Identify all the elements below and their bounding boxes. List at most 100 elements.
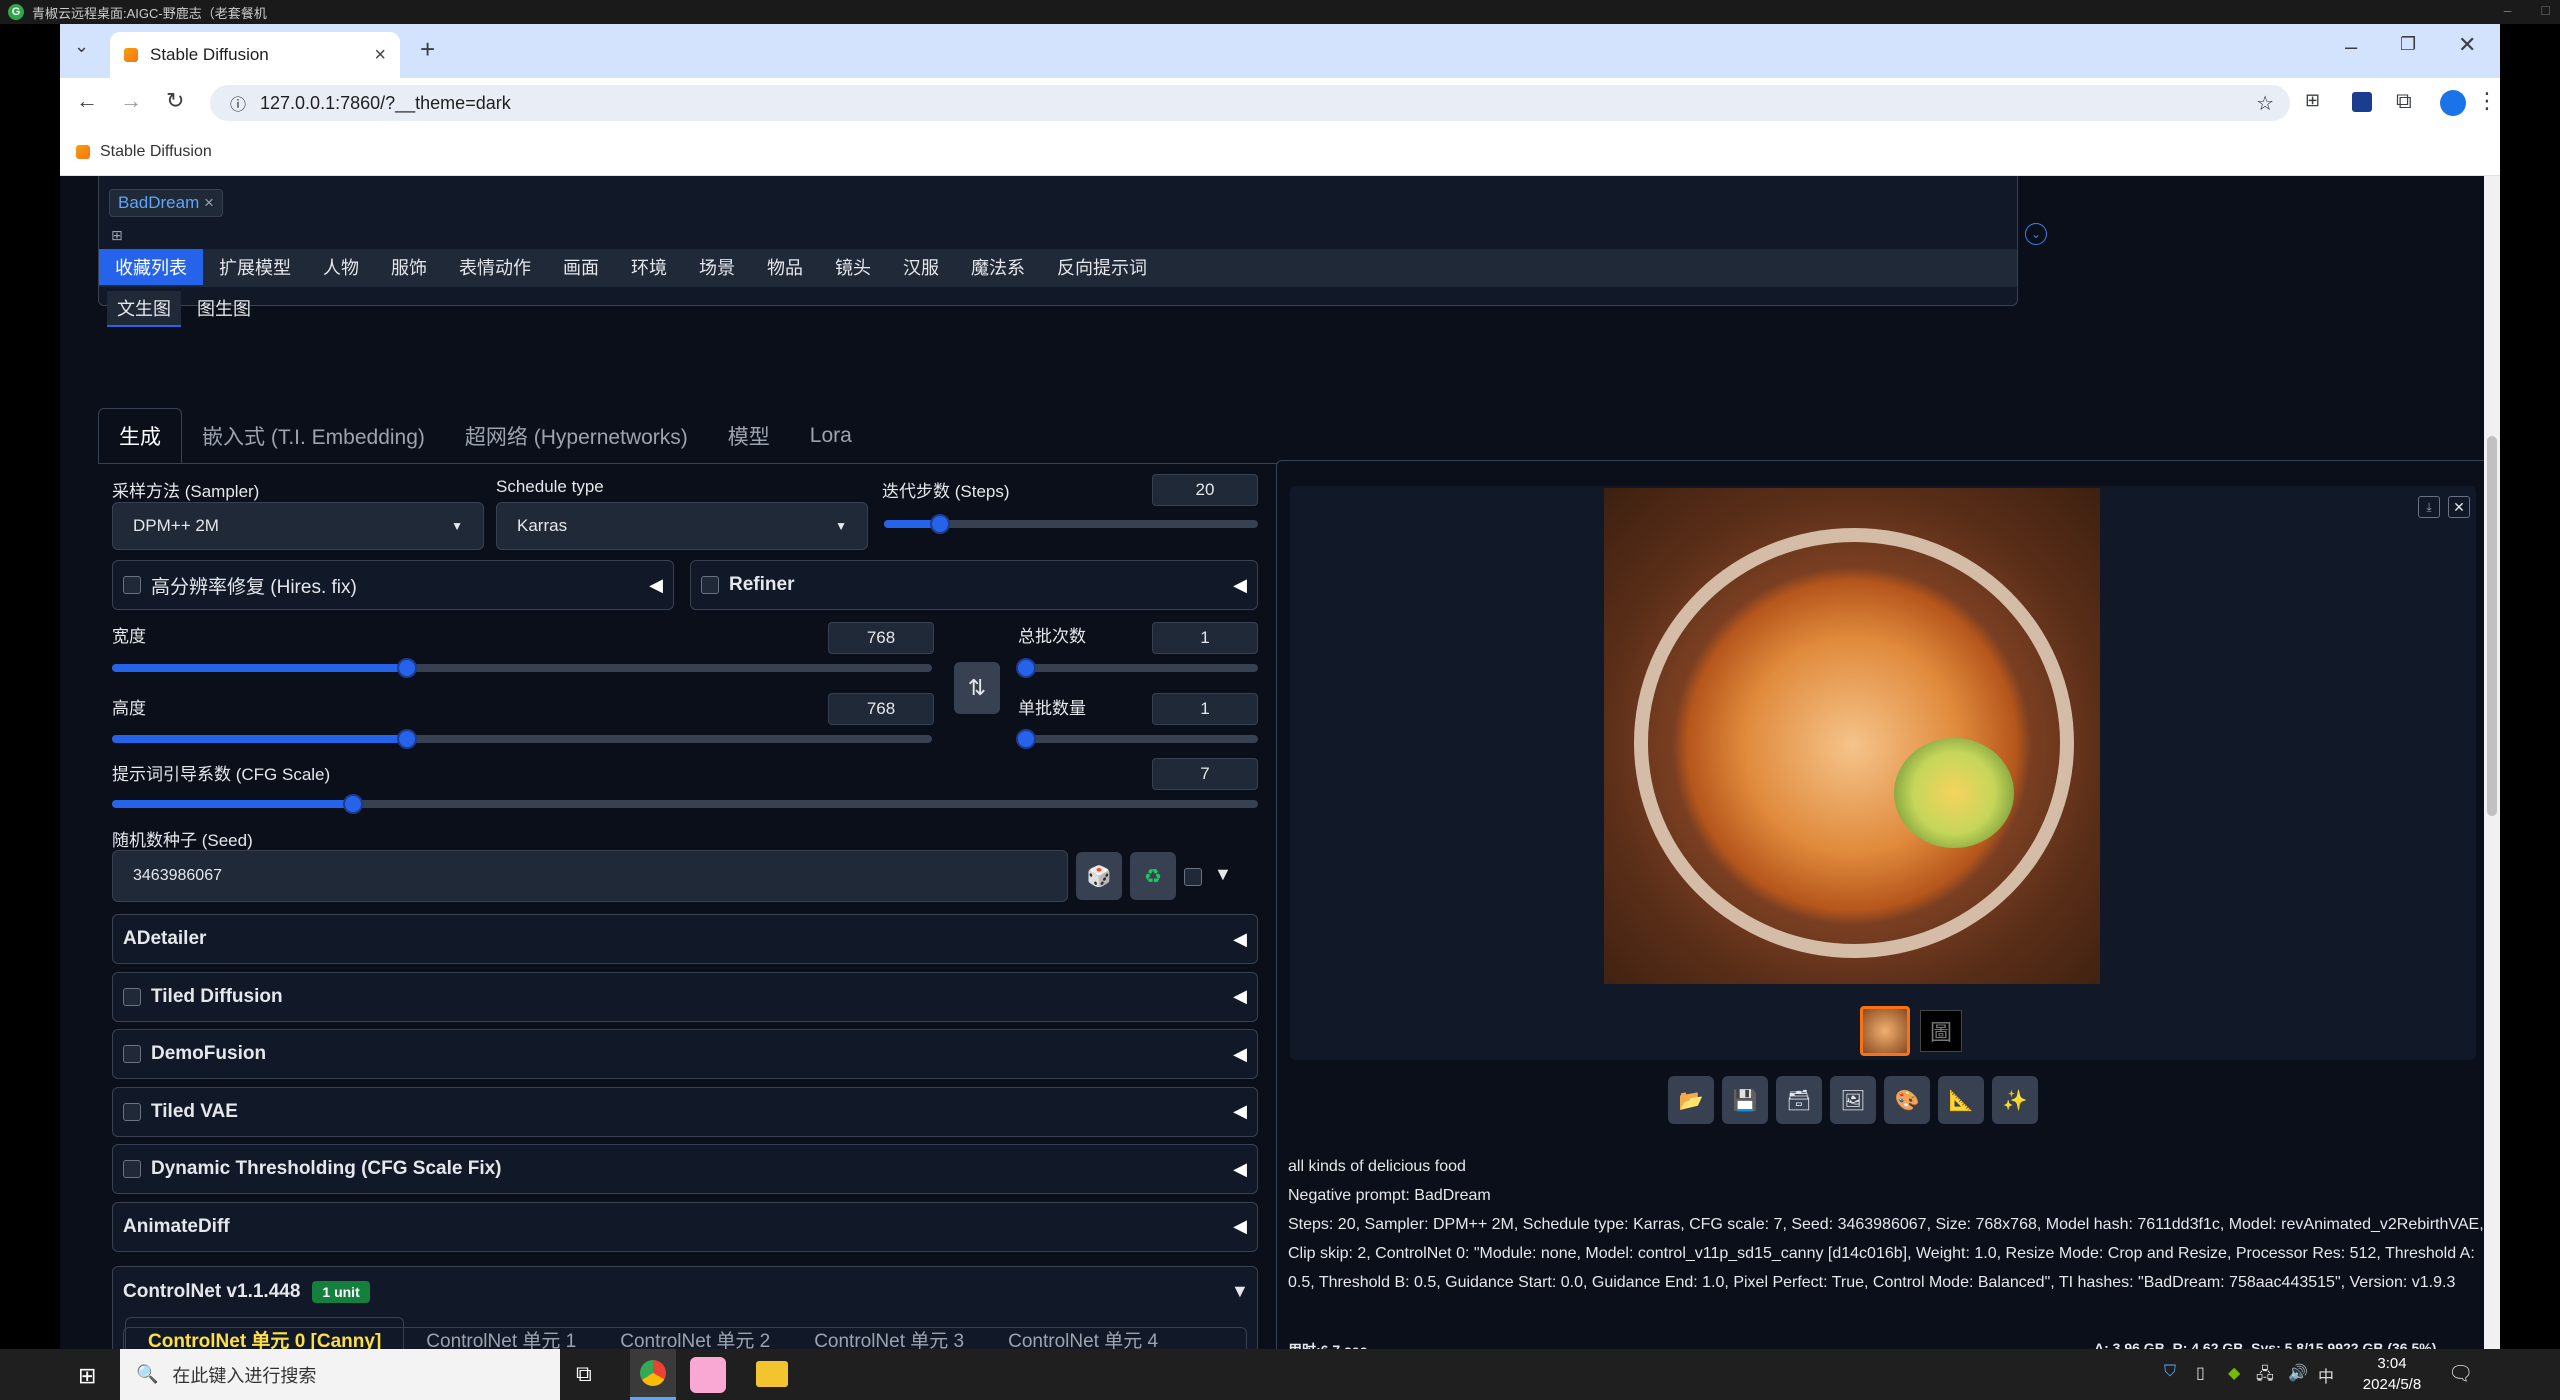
- defender-shield-icon[interactable]: ⛉: [2164, 1363, 2176, 1381]
- controlnet-unit-tab[interactable]: ControlNet 单元 2: [598, 1317, 792, 1350]
- bookmark-star-icon[interactable]: ☆: [2256, 91, 2274, 116]
- site-info-icon[interactable]: ⓘ: [230, 91, 246, 115]
- extension-p-icon[interactable]: [2352, 92, 2372, 112]
- extra-seed-checkbox[interactable]: [1184, 868, 1202, 886]
- schedule-select[interactable]: Karras ▼: [496, 502, 868, 550]
- width-input[interactable]: 768: [828, 622, 934, 654]
- volume-icon[interactable]: 🔊: [2288, 1363, 2308, 1383]
- slider-knob[interactable]: [342, 794, 363, 814]
- category-tab[interactable]: 人物: [307, 249, 375, 285]
- controlnet-unit-tab[interactable]: ControlNet 单元 4: [986, 1317, 1180, 1350]
- controlnet-unit-tab[interactable]: ControlNet 单元 1: [404, 1317, 598, 1350]
- address-bar[interactable]: ⓘ 127.0.0.1:7860/?__theme=dark ☆: [210, 85, 2290, 121]
- open-folder-button[interactable]: 📂: [1668, 1076, 1714, 1124]
- cfg-slider[interactable]: [112, 794, 1258, 814]
- sampler-select[interactable]: DPM++ 2M ▼: [112, 502, 484, 550]
- translate-icon[interactable]: ⊞: [2305, 90, 2320, 111]
- edit-tags-icon[interactable]: ⊞: [111, 227, 123, 244]
- send-to-upscale-button[interactable]: ✨: [1992, 1076, 2038, 1124]
- category-tab[interactable]: 场景: [683, 249, 751, 285]
- accordion-checkbox[interactable]: [123, 987, 141, 1006]
- save-button[interactable]: 💾: [1722, 1076, 1768, 1124]
- steps-slider[interactable]: [884, 514, 1258, 534]
- slider-knob[interactable]: [1016, 658, 1036, 678]
- file-explorer-icon[interactable]: [756, 1361, 788, 1387]
- width-slider[interactable]: [112, 658, 932, 678]
- main-tab[interactable]: 超网络 (Hypernetworks): [445, 408, 708, 464]
- slider-knob[interactable]: [397, 658, 418, 678]
- download-icon[interactable]: ⤓: [2418, 496, 2440, 518]
- taskbar-search[interactable]: 🔍 在此键入进行搜索: [120, 1349, 560, 1400]
- network-icon[interactable]: 🖧: [2256, 1363, 2274, 1390]
- new-tab-icon[interactable]: +: [420, 34, 435, 65]
- windows-start-icon[interactable]: ⊞: [78, 1363, 96, 1389]
- forward-icon[interactable]: →: [120, 88, 142, 114]
- hires-fix-accordion[interactable]: 高分辨率修复 (Hires. fix) ◀: [112, 560, 674, 610]
- reload-icon[interactable]: ↻: [166, 88, 184, 114]
- window-minimize-icon[interactable]: –: [2345, 34, 2357, 60]
- slider-knob[interactable]: [397, 729, 418, 749]
- notifications-icon[interactable]: 🗨: [2448, 1361, 2473, 1386]
- accordion-dynamic-thresholding-cfg-scale-fix[interactable]: Dynamic Thresholding (CFG Scale Fix) ◀: [112, 1144, 1258, 1194]
- category-tab[interactable]: 魔法系: [955, 249, 1041, 285]
- accordion-animatediff[interactable]: AnimateDiff ◀: [112, 1201, 1258, 1252]
- collapse-icon[interactable]: ⌄: [2025, 223, 2047, 245]
- send-to-inpaint-button[interactable]: 🎨: [1884, 1076, 1930, 1124]
- tab-search-icon[interactable]: ⌄: [74, 36, 89, 57]
- mode-tab[interactable]: 文生图: [107, 291, 181, 327]
- extra-seed-toggle-icon[interactable]: ▼: [1214, 864, 1232, 885]
- main-tab[interactable]: 生成: [98, 408, 182, 464]
- slider-knob[interactable]: [930, 514, 951, 534]
- controlnet-unit-tab[interactable]: ControlNet 单元 3: [792, 1317, 986, 1350]
- accordion-tiled-diffusion[interactable]: Tiled Diffusion ◀: [112, 971, 1258, 1022]
- send-to-extras-button[interactable]: 📐: [1938, 1076, 1984, 1124]
- zip-button[interactable]: 🗃: [1776, 1076, 1822, 1124]
- main-tab[interactable]: Lora: [790, 408, 872, 464]
- accordion-tiled-vae[interactable]: Tiled VAE ◀: [112, 1086, 1258, 1137]
- back-icon[interactable]: ←: [76, 88, 98, 114]
- category-tab[interactable]: 物品: [751, 249, 819, 285]
- tag-remove-icon[interactable]: ×: [204, 193, 214, 212]
- extensions-puzzle-icon[interactable]: ⧉: [2396, 88, 2412, 114]
- controlnet-header[interactable]: ControlNet v1.1.448 1 unit: [123, 1281, 370, 1303]
- slider-knob[interactable]: [1016, 729, 1036, 749]
- window-close-icon[interactable]: ✕: [2458, 32, 2476, 58]
- taskbar-clock[interactable]: 3:04 2024/5/8: [2352, 1353, 2432, 1395]
- category-tab[interactable]: 环境: [615, 249, 683, 285]
- category-tab[interactable]: 镜头: [819, 249, 887, 285]
- nvidia-icon[interactable]: ◆: [2228, 1363, 2240, 1383]
- reuse-seed-button[interactable]: ♻: [1130, 852, 1176, 900]
- thumbnail-controlnet[interactable]: 圖: [1920, 1010, 1962, 1052]
- main-tab[interactable]: 嵌入式 (T.I. Embedding): [182, 408, 445, 464]
- hires-checkbox[interactable]: [123, 576, 141, 594]
- random-seed-button[interactable]: 🎲: [1076, 852, 1122, 900]
- scrollbar-thumb[interactable]: [2487, 436, 2497, 816]
- batch-count-input[interactable]: 1: [1152, 622, 1258, 654]
- rd-minimize-icon[interactable]: –: [2504, 2, 2512, 18]
- accordion-checkbox[interactable]: [123, 1102, 141, 1121]
- thumbnail-selected[interactable]: [1860, 1006, 1910, 1056]
- page-scrollbar[interactable]: [2484, 176, 2500, 1349]
- negative-tag-chip[interactable]: BadDream ×: [109, 189, 223, 217]
- triangle-down-icon[interactable]: ▼: [1231, 1281, 1249, 1302]
- accordion-checkbox[interactable]: [123, 1045, 141, 1063]
- controlnet-unit-tab[interactable]: ControlNet 单元 0 [Canny]: [125, 1317, 405, 1349]
- cfg-input[interactable]: 7: [1152, 758, 1258, 790]
- accordion-adetailer[interactable]: ADetailer ◀: [112, 914, 1258, 964]
- task-view-icon[interactable]: ⧉: [576, 1361, 592, 1387]
- steps-input[interactable]: 20: [1152, 474, 1258, 506]
- swap-dimensions-button[interactable]: ⇅: [954, 662, 1000, 714]
- category-tab[interactable]: 汉服: [887, 249, 955, 285]
- batch-size-slider[interactable]: [1016, 729, 1258, 749]
- send-to-img2img-button[interactable]: 🖼: [1830, 1076, 1876, 1124]
- accordion-checkbox[interactable]: [123, 1160, 141, 1178]
- rd-maximize-icon[interactable]: □: [2542, 2, 2550, 18]
- category-tab[interactable]: 服饰: [375, 249, 443, 285]
- seed-input[interactable]: 3463986067: [112, 850, 1068, 902]
- ime-indicator[interactable]: 中: [2318, 1363, 2334, 1387]
- taskbar-chrome[interactable]: [630, 1349, 676, 1400]
- accordion-demofusion[interactable]: DemoFusion ◀: [112, 1029, 1258, 1079]
- refiner-checkbox[interactable]: [701, 576, 719, 594]
- category-tab[interactable]: 表情动作: [443, 249, 547, 285]
- category-tab[interactable]: 收藏列表: [99, 249, 203, 285]
